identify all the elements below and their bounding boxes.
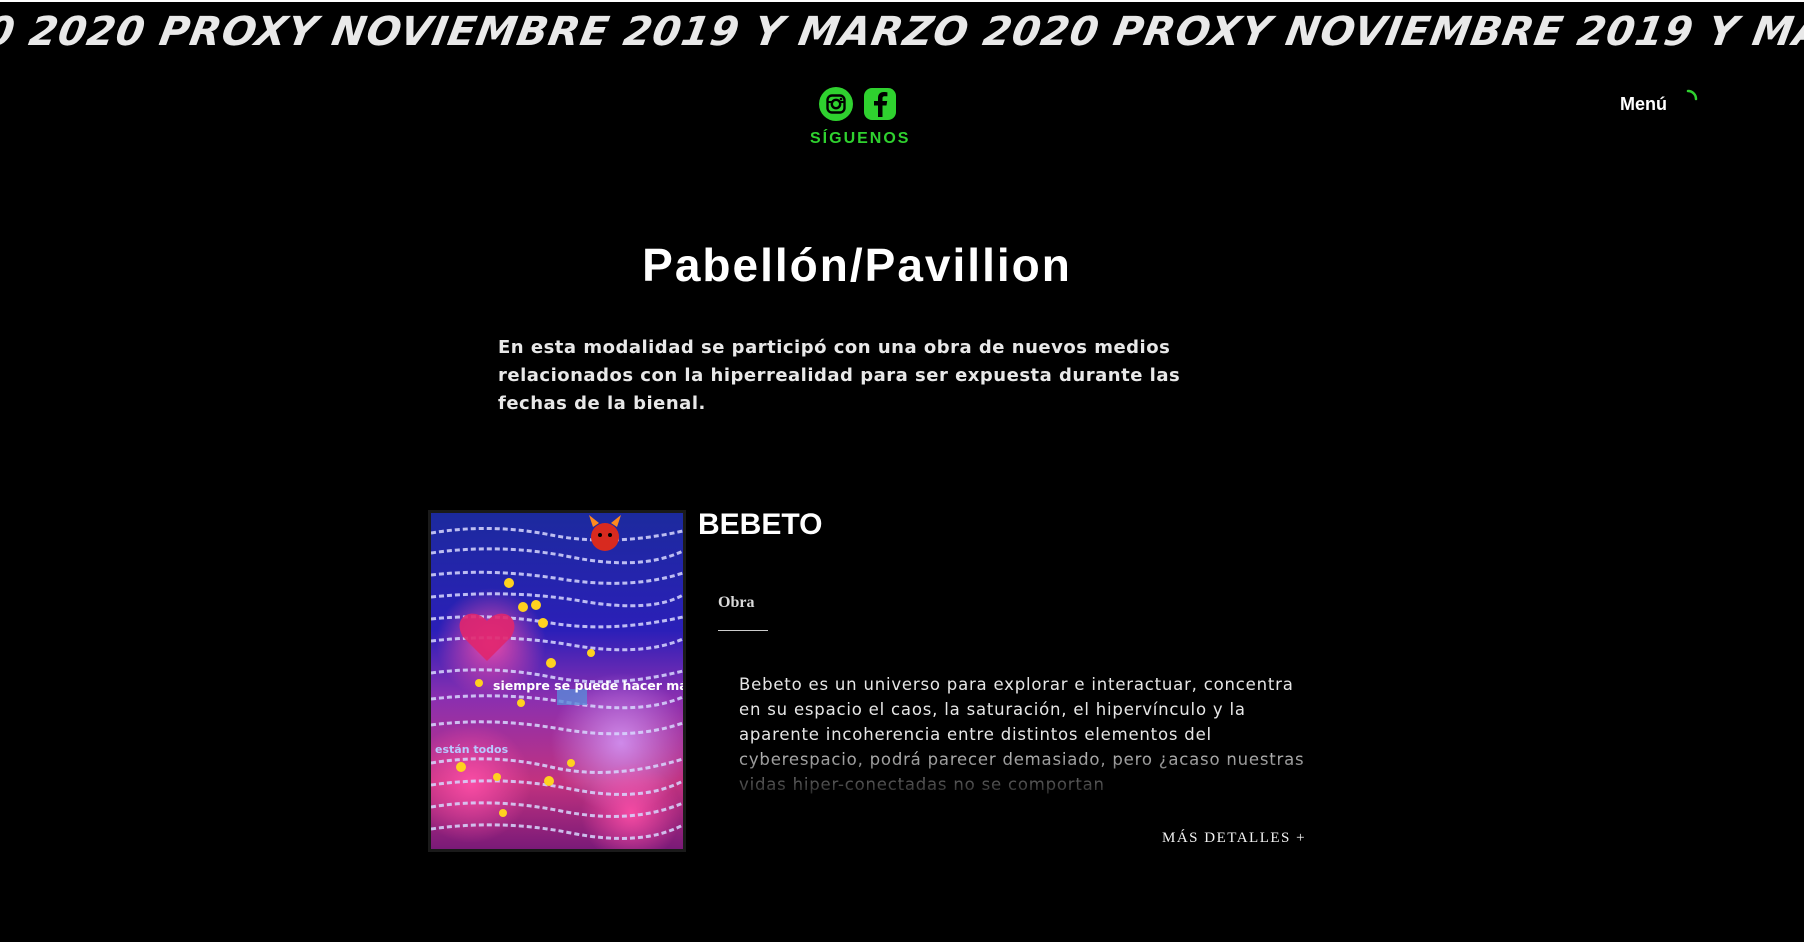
social-links: SÍGUENOS: [810, 86, 911, 148]
tab-active-indicator: [718, 630, 768, 631]
follow-us-label: SÍGUENOS: [810, 130, 911, 147]
top-border: [0, 0, 1804, 2]
instagram-icon: [819, 87, 853, 121]
artist-name: BEBETO: [698, 508, 823, 541]
artwork-image: siempre se puede hacer más están todos: [431, 513, 683, 849]
more-details-link[interactable]: MÁS DETALLES +: [1162, 830, 1306, 847]
menu-label: Menú: [1620, 94, 1667, 114]
facebook-link[interactable]: [862, 86, 898, 126]
artwork-caption-2: están todos: [435, 743, 509, 756]
intro-paragraph: En esta modalidad se participó con una o…: [498, 337, 1181, 414]
social-icons: [810, 86, 906, 126]
instagram-link[interactable]: [818, 86, 854, 126]
page: 0 2020 PROXY NOVIEMBRE 2019 Y MARZO 2020…: [0, 0, 1804, 942]
artwork-caption-1: siempre se puede hacer más: [493, 678, 683, 693]
marquee-text: 0 2020 PROXY NOVIEMBRE 2019 Y MARZO 2020…: [0, 9, 1804, 55]
menu-button[interactable]: Menú: [1620, 89, 1699, 115]
facebook-icon: [864, 88, 896, 120]
artwork-thumbnail[interactable]: siempre se puede hacer más están todos: [428, 510, 686, 852]
marquee-banner: 0 2020 PROXY NOVIEMBRE 2019 Y MARZO 2020…: [0, 6, 1804, 58]
page-title: Pabellón/Pavillion: [642, 239, 1072, 291]
artwork-description: Bebeto es un universo para explorar e in…: [739, 675, 1305, 794]
tab-obra[interactable]: Obra: [718, 594, 754, 612]
loading-spinner-icon: [1686, 89, 1698, 100]
